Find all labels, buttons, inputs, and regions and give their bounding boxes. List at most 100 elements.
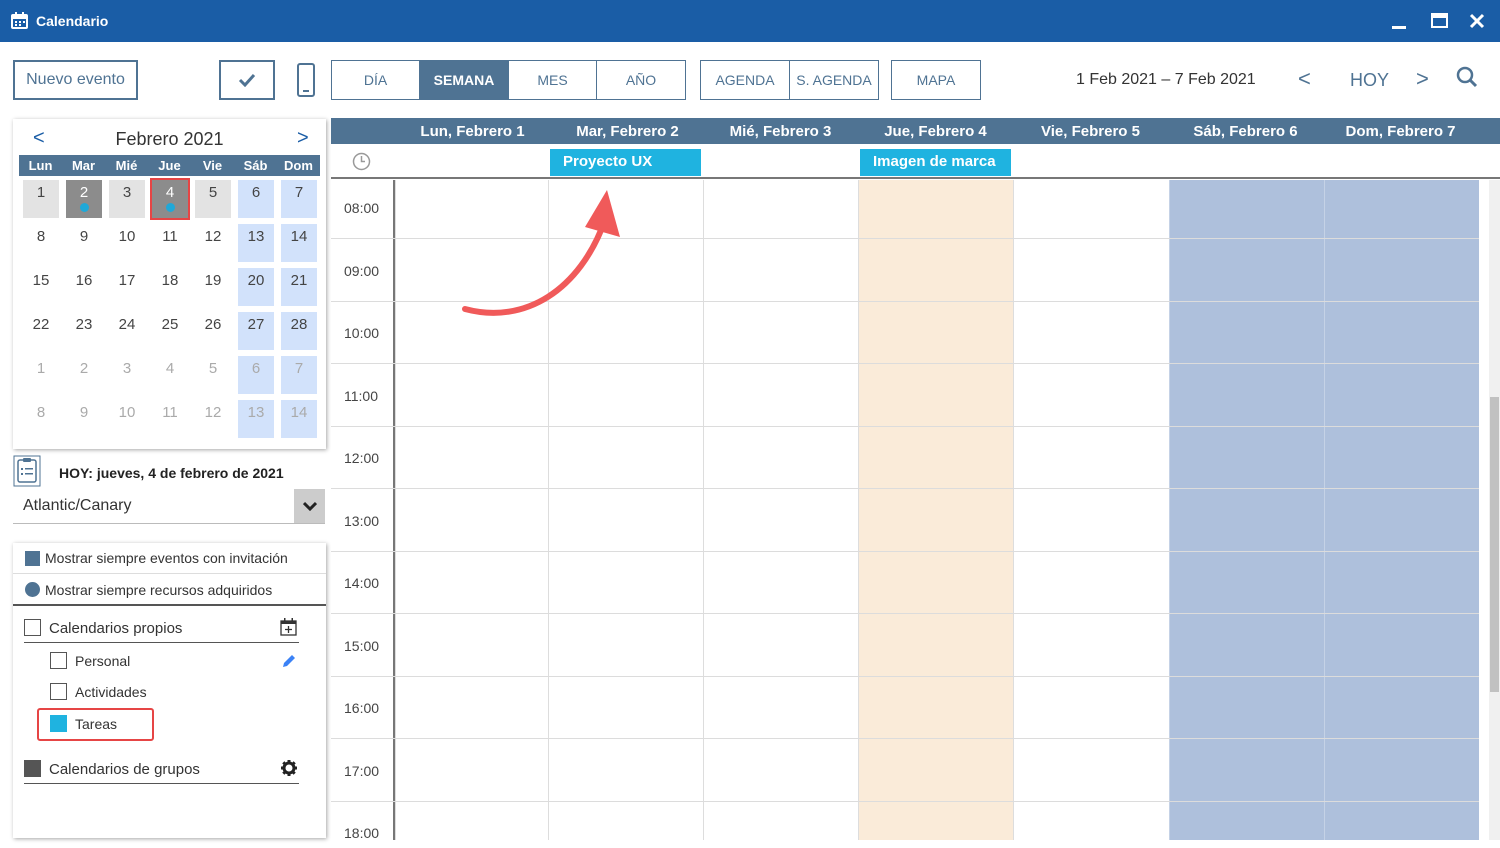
day-header[interactable]: Lun, Febrero 1	[395, 123, 550, 140]
prev-week-button[interactable]: <	[1298, 66, 1311, 92]
maximize-icon[interactable]	[1428, 10, 1450, 32]
event-proyecto-ux[interactable]: Proyecto UX	[550, 149, 701, 176]
today-button[interactable]: HOY	[1350, 70, 1389, 91]
calendar-item-personal[interactable]: Personal	[50, 649, 170, 673]
group-calendars-checkbox[interactable]	[24, 760, 41, 777]
day-column[interactable]	[1013, 180, 1168, 840]
mini-cal-day[interactable]: 21	[277, 266, 320, 310]
hour-line	[395, 800, 1479, 802]
mini-cal-day[interactable]: 23	[62, 310, 105, 354]
event-dot-icon	[166, 203, 175, 212]
vertical-scrollbar[interactable]	[1489, 180, 1500, 840]
mini-cal-day[interactable]: 18	[148, 266, 191, 310]
scrollbar-thumb[interactable]	[1490, 397, 1499, 692]
option-show-resources[interactable]: Mostrar siempre recursos adquiridos	[13, 575, 326, 606]
calendar-item-tareas[interactable]: Tareas	[50, 712, 150, 736]
day-column[interactable]	[395, 180, 550, 840]
view-year-button[interactable]: AÑO	[597, 61, 685, 99]
calendar-checkbox[interactable]	[50, 683, 67, 700]
mini-cal-day[interactable]: 3	[105, 178, 148, 222]
view-day-button[interactable]: DÍA	[332, 61, 420, 99]
calendar-item-actividades[interactable]: Actividades	[50, 680, 170, 704]
timezone-dropdown-button[interactable]	[294, 489, 325, 523]
day-header[interactable]: Mié, Febrero 3	[703, 123, 858, 140]
view-month-button[interactable]: MES	[509, 61, 597, 99]
mini-cal-day[interactable]: 7	[277, 354, 320, 398]
mini-cal-day[interactable]: 19	[191, 266, 234, 310]
mini-cal-day[interactable]: 13	[234, 222, 277, 266]
day-header[interactable]: Mar, Febrero 2	[550, 123, 705, 140]
mobile-icon[interactable]	[296, 63, 316, 97]
mini-cal-day[interactable]: 28	[277, 310, 320, 354]
mini-cal-day[interactable]: 12	[191, 398, 234, 442]
view-week-button[interactable]: SEMANA	[420, 61, 509, 99]
mini-cal-day[interactable]: 12	[191, 222, 234, 266]
event-imagen-de-marca[interactable]: Imagen de marca	[860, 149, 1011, 176]
mini-cal-day[interactable]: 2	[62, 178, 105, 222]
day-column-today[interactable]	[858, 180, 1013, 840]
weekday-label: Vie	[202, 158, 223, 173]
view-map-button[interactable]: MAPA	[892, 61, 980, 99]
mini-cal-day[interactable]: 4	[148, 178, 191, 222]
mini-cal-day[interactable]: 22	[19, 310, 62, 354]
mini-cal-day[interactable]: 5	[191, 354, 234, 398]
add-calendar-icon[interactable]	[279, 617, 299, 637]
mini-cal-day[interactable]: 8	[19, 398, 62, 442]
tasks-button[interactable]	[219, 60, 275, 100]
mini-cal-day[interactable]: 9	[62, 398, 105, 442]
day-header[interactable]: Vie, Febrero 5	[1013, 123, 1168, 140]
day-header[interactable]: Dom, Febrero 7	[1323, 123, 1478, 140]
hour-divider	[331, 488, 395, 489]
day-header[interactable]: Jue, Febrero 4	[858, 123, 1013, 140]
mini-cal-day[interactable]: 16	[62, 266, 105, 310]
mini-cal-day[interactable]: 25	[148, 310, 191, 354]
timezone-select[interactable]: Atlantic/Canary	[13, 489, 325, 524]
mini-cal-day[interactable]: 15	[19, 266, 62, 310]
clipboard-icon[interactable]	[13, 455, 41, 487]
view-s-agenda-button[interactable]: S. AGENDA	[790, 61, 878, 99]
mini-cal-day[interactable]: 6	[234, 354, 277, 398]
mini-cal-day[interactable]: 1	[19, 178, 62, 222]
day-column-weekend[interactable]	[1324, 180, 1479, 840]
mini-cal-day[interactable]: 10	[105, 222, 148, 266]
mini-cal-day[interactable]: 6	[234, 178, 277, 222]
day-number: 5	[195, 180, 231, 218]
day-header[interactable]: Sáb, Febrero 6	[1168, 123, 1323, 140]
search-icon[interactable]	[1456, 66, 1478, 88]
mini-cal-day[interactable]: 13	[234, 398, 277, 442]
mini-cal-day[interactable]: 11	[148, 398, 191, 442]
close-icon[interactable]	[1466, 10, 1488, 32]
mini-cal-day[interactable]: 4	[148, 354, 191, 398]
next-week-button[interactable]: >	[1416, 66, 1429, 92]
calendar-checkbox[interactable]	[50, 715, 67, 732]
mini-cal-day[interactable]: 5	[191, 178, 234, 222]
mini-cal-day[interactable]: 20	[234, 266, 277, 310]
minimize-icon[interactable]	[1388, 10, 1410, 32]
pencil-icon[interactable]	[281, 653, 297, 669]
mini-cal-day[interactable]: 9	[62, 222, 105, 266]
mini-cal-day[interactable]: 14	[277, 398, 320, 442]
mini-cal-day[interactable]: 26	[191, 310, 234, 354]
new-event-button[interactable]: Nuevo evento	[13, 60, 138, 100]
view-agenda-button[interactable]: AGENDA	[701, 61, 790, 99]
mini-cal-day[interactable]: 8	[19, 222, 62, 266]
mini-cal-day[interactable]: 24	[105, 310, 148, 354]
mini-cal-day[interactable]: 14	[277, 222, 320, 266]
day-column[interactable]	[703, 180, 858, 840]
mini-cal-day[interactable]: 10	[105, 398, 148, 442]
mini-cal-day[interactable]: 17	[105, 266, 148, 310]
mini-cal-day[interactable]: 27	[234, 310, 277, 354]
gear-icon[interactable]	[279, 758, 299, 778]
mini-cal-next-button[interactable]: >	[297, 127, 309, 150]
mini-cal-day[interactable]: 11	[148, 222, 191, 266]
option-show-invitations[interactable]: Mostrar siempre eventos con invitación	[13, 543, 326, 574]
mini-cal-day[interactable]: 7	[277, 178, 320, 222]
own-calendars-section: Calendarios propios	[24, 611, 299, 643]
day-column[interactable]	[548, 180, 703, 840]
mini-cal-day[interactable]: 1	[19, 354, 62, 398]
own-calendars-checkbox[interactable]	[24, 619, 41, 636]
mini-cal-day[interactable]: 2	[62, 354, 105, 398]
calendar-checkbox[interactable]	[50, 652, 67, 669]
mini-cal-day[interactable]: 3	[105, 354, 148, 398]
day-column-weekend[interactable]	[1169, 180, 1324, 840]
